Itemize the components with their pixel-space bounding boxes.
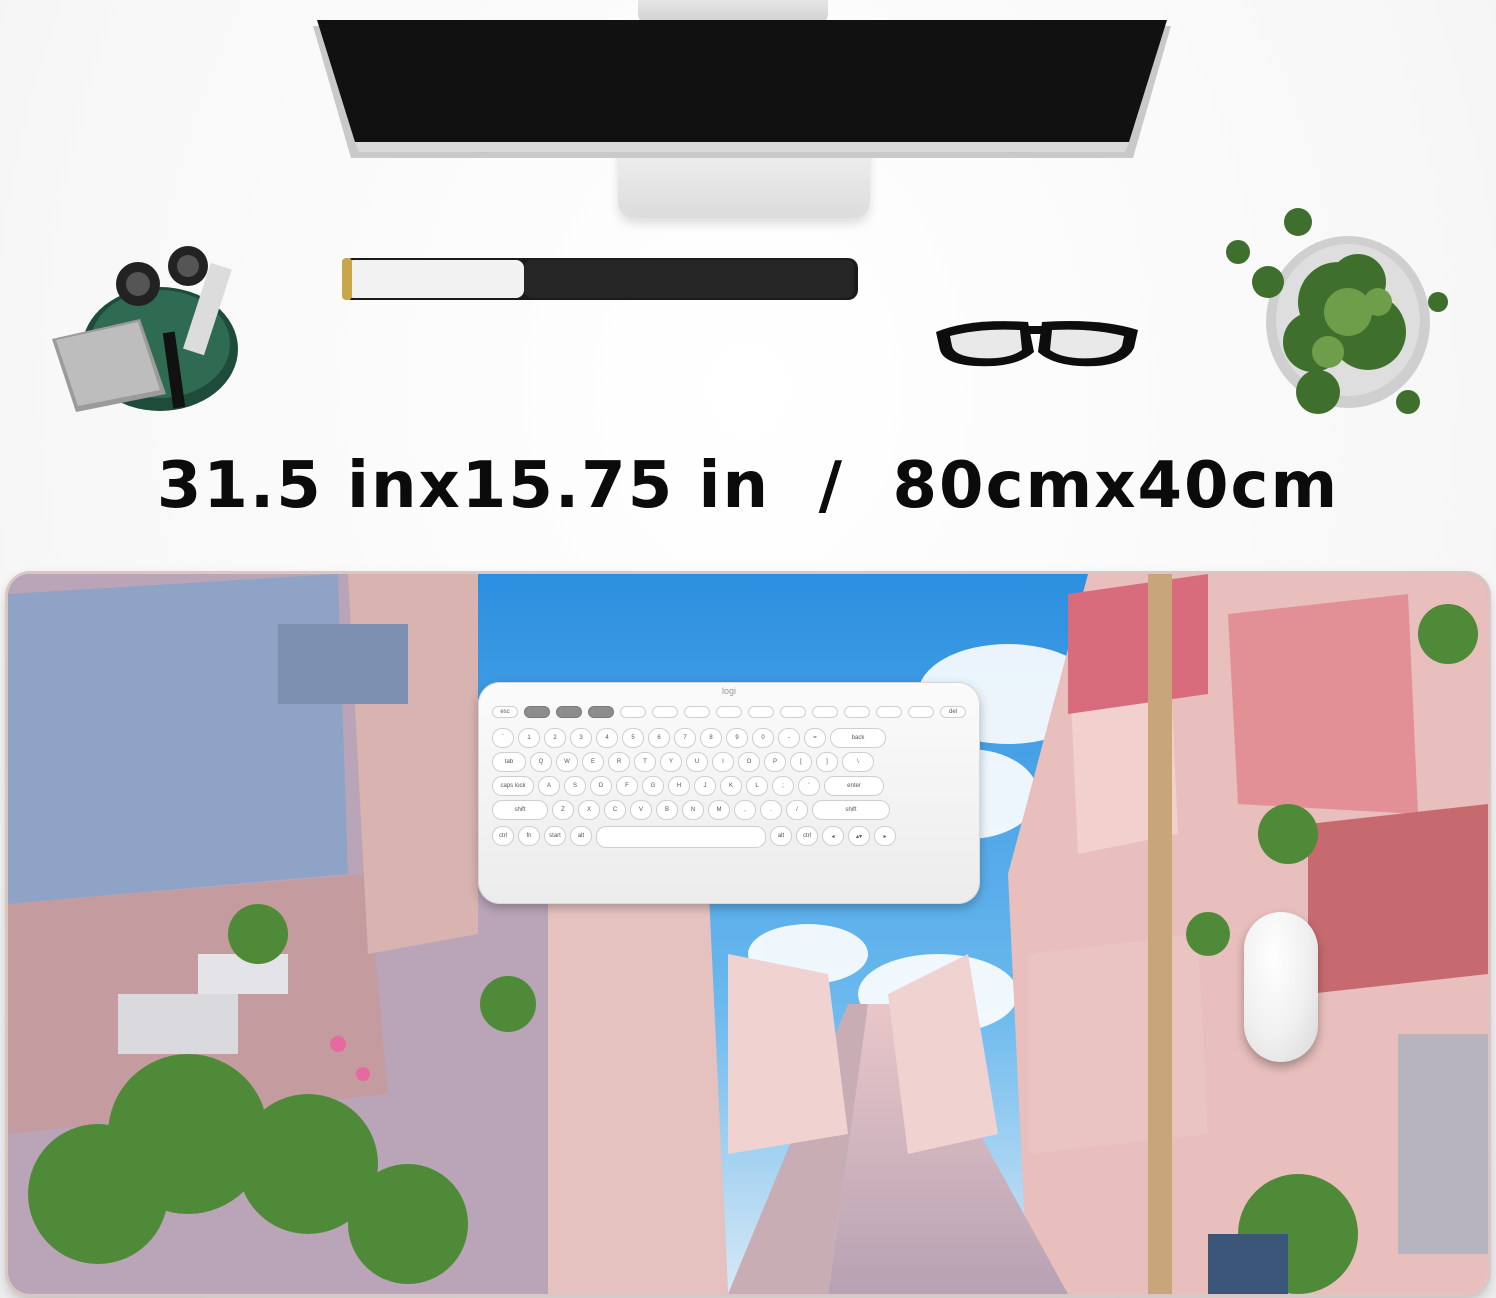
key: L bbox=[746, 776, 768, 796]
key-tab: tab bbox=[492, 752, 526, 772]
keyboard-row-home: caps lock A S D F G H J K L ; ' enter bbox=[492, 776, 884, 796]
key-arrow-left: ◂ bbox=[822, 826, 844, 846]
key: 8 bbox=[700, 728, 722, 748]
dimension-text: 31.5 inx15.75 in / 80cmx40cm bbox=[156, 449, 1340, 523]
key-arrow-right: ▸ bbox=[874, 826, 896, 846]
key-f9 bbox=[780, 706, 806, 718]
key-back: back bbox=[830, 728, 886, 748]
mouse-icon bbox=[1244, 912, 1318, 1062]
keyboard-row-fn: esc del bbox=[492, 706, 966, 718]
keyboard-logo: logi bbox=[721, 686, 736, 696]
key: I bbox=[712, 752, 734, 772]
key-space bbox=[596, 826, 766, 848]
key: E bbox=[582, 752, 604, 772]
key: 1 bbox=[518, 728, 540, 748]
key: W bbox=[556, 752, 578, 772]
key: ; bbox=[772, 776, 794, 796]
lamp-icon bbox=[340, 254, 860, 304]
keyboard: logi esc del ` 1 2 3 4 5 6 7 8 9 0 - = b… bbox=[478, 682, 980, 904]
key: = bbox=[804, 728, 826, 748]
key-shift-right: shift bbox=[812, 800, 890, 820]
key: Z bbox=[552, 800, 574, 820]
key: ` bbox=[492, 728, 514, 748]
monitor-icon bbox=[313, 20, 1171, 158]
key: / bbox=[786, 800, 808, 820]
key: 3 bbox=[570, 728, 592, 748]
key-arrow-up-down: ▴▾ bbox=[848, 826, 870, 846]
key: U bbox=[686, 752, 708, 772]
key-f8 bbox=[748, 706, 774, 718]
key-f4 bbox=[620, 706, 646, 718]
key: 7 bbox=[674, 728, 696, 748]
key: O bbox=[738, 752, 760, 772]
key-start: start bbox=[544, 826, 566, 846]
key: 0 bbox=[752, 728, 774, 748]
key: D bbox=[590, 776, 612, 796]
key: T bbox=[634, 752, 656, 772]
keyboard-row-qwerty: tab Q W E R T Y U I O P [ ] \ bbox=[492, 752, 874, 772]
pen-holder-icon bbox=[48, 244, 248, 414]
key-ctrl-right: ctrl bbox=[796, 826, 818, 846]
key: , bbox=[734, 800, 756, 820]
key: H bbox=[668, 776, 690, 796]
key: J bbox=[694, 776, 716, 796]
key: P bbox=[764, 752, 786, 772]
key-f7 bbox=[716, 706, 742, 718]
key: ' bbox=[798, 776, 820, 796]
key-caps-lock: caps lock bbox=[492, 776, 534, 796]
key-f12 bbox=[876, 706, 902, 718]
key: R bbox=[608, 752, 630, 772]
key-alt-left: alt bbox=[570, 826, 592, 846]
key-f1 bbox=[524, 706, 550, 718]
keyboard-row-bottom: ctrl fn start alt alt ctrl ◂ ▴▾ ▸ bbox=[492, 826, 896, 848]
key: S bbox=[564, 776, 586, 796]
key: Y bbox=[660, 752, 682, 772]
key-fn: fn bbox=[518, 826, 540, 846]
key: 9 bbox=[726, 728, 748, 748]
key: \ bbox=[842, 752, 874, 772]
key: . bbox=[760, 800, 782, 820]
key: X bbox=[578, 800, 600, 820]
key: - bbox=[778, 728, 800, 748]
key: ] bbox=[816, 752, 838, 772]
key: 6 bbox=[648, 728, 670, 748]
key-f2 bbox=[556, 706, 582, 718]
glasses-icon bbox=[930, 312, 1145, 374]
keyboard-row-numbers: ` 1 2 3 4 5 6 7 8 9 0 - = back bbox=[492, 728, 886, 748]
key-enter: enter bbox=[824, 776, 884, 796]
key-del: del bbox=[940, 706, 966, 718]
key: 5 bbox=[622, 728, 644, 748]
keyboard-row-shift: shift Z X C V B N M , . / shift bbox=[492, 800, 890, 820]
key: N bbox=[682, 800, 704, 820]
key: 4 bbox=[596, 728, 618, 748]
key-f10 bbox=[812, 706, 838, 718]
key-f6 bbox=[684, 706, 710, 718]
key-f3 bbox=[588, 706, 614, 718]
key: M bbox=[708, 800, 730, 820]
plant-icon bbox=[1208, 192, 1456, 442]
product-scene: 31.5 inx15.75 in / 80cmx40cm logi esc de… bbox=[0, 0, 1496, 1298]
key: K bbox=[720, 776, 742, 796]
key-alt-right: alt bbox=[770, 826, 792, 846]
key-f11 bbox=[844, 706, 870, 718]
key-shift-left: shift bbox=[492, 800, 548, 820]
key: B bbox=[656, 800, 678, 820]
key-f13 bbox=[908, 706, 934, 718]
key: Q bbox=[530, 752, 552, 772]
key: V bbox=[630, 800, 652, 820]
key: F bbox=[616, 776, 638, 796]
key: [ bbox=[790, 752, 812, 772]
key-f5 bbox=[652, 706, 678, 718]
key: 2 bbox=[544, 728, 566, 748]
key-ctrl-left: ctrl bbox=[492, 826, 514, 846]
key: C bbox=[604, 800, 626, 820]
key: A bbox=[538, 776, 560, 796]
key-esc: esc bbox=[492, 706, 518, 718]
key: G bbox=[642, 776, 664, 796]
